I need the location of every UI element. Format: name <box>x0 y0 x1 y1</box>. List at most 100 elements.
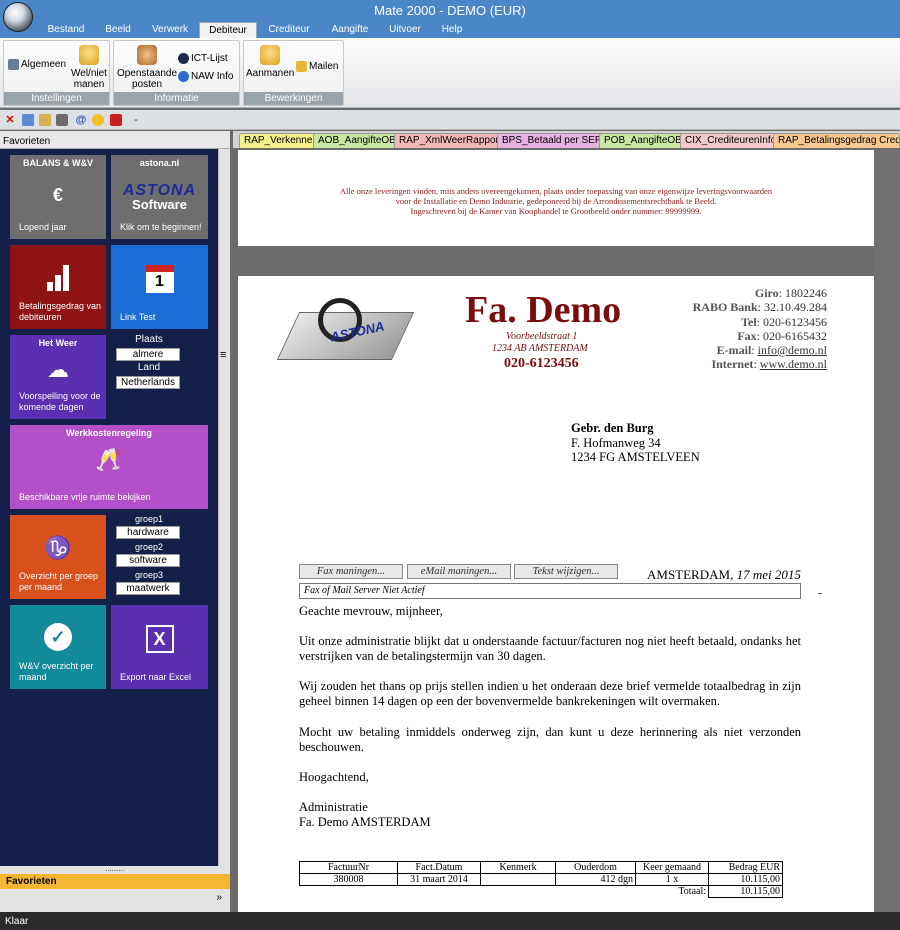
tab-beeld[interactable]: Beeld <box>94 22 142 38</box>
naw-label: NAW Info <box>191 71 234 83</box>
naw-info-button[interactable]: NAW Info <box>178 71 240 82</box>
disclaimer-line-1: Alle onze leveringen vinden, mits anders… <box>339 186 773 196</box>
salutation: Geachte mevrouw, mijnheer, <box>299 604 443 618</box>
group-label-instellingen: Instellingen <box>4 92 109 105</box>
tab-debiteur[interactable]: Debiteur <box>199 22 257 39</box>
openstaande-posten-button[interactable]: Openstaande posten <box>116 45 178 90</box>
col-header: Keer gemaand <box>635 861 709 874</box>
signature-line-2: Fa. Demo AMSTERDAM <box>299 815 431 829</box>
doc-tab-xmlweer[interactable]: RAP_XmlWeerRapport <box>394 133 507 148</box>
info-icon <box>178 71 189 82</box>
info-rabo: RABO Bank: 32.10.49.284 <box>692 300 827 314</box>
email-link[interactable]: info@demo.nl <box>758 343 827 357</box>
website-link[interactable]: www.demo.nl <box>760 357 827 371</box>
groep1-input[interactable]: hardware <box>116 526 180 539</box>
company-name: Fa. Demo <box>465 289 622 331</box>
app-logo-icon[interactable] <box>3 2 33 32</box>
tile-wv[interactable]: ✓ W&V overzicht per maand <box>10 605 106 689</box>
signature-line-1: Administratie <box>299 800 368 814</box>
doc-tab-verkenner[interactable]: RAP_Verkenner <box>239 133 321 148</box>
print-icon[interactable] <box>56 114 68 126</box>
tile-balans-label: Lopend jaar <box>19 222 67 232</box>
favorites-resize-handle[interactable]: ......... <box>0 865 230 874</box>
total-row: Totaal: 10.115,00 <box>300 885 783 898</box>
groep2-input[interactable]: software <box>116 554 180 567</box>
tile-link-test[interactable]: 1 Link Test <box>111 245 208 329</box>
smiley-icon[interactable] <box>92 114 104 126</box>
group-informatie: Openstaande posten ICT-Lijst NAW Info In… <box>113 40 240 106</box>
expand-chevron-icon[interactable]: » <box>0 889 230 912</box>
tile-het-weer[interactable]: Het Weer ☁ Voorspelling voor de komende … <box>10 335 106 419</box>
tile-excel[interactable]: X Export naar Excel <box>111 605 208 689</box>
closing: Hoogachtend, <box>299 770 369 784</box>
excel-icon: X <box>111 625 208 653</box>
doc-tab-aob[interactable]: AOB_AangifteOB <box>313 133 401 148</box>
algemeen-button[interactable]: Algemeen <box>8 59 70 70</box>
openstaande-label-1: Openstaande <box>116 68 178 79</box>
wel-niet-manen-button[interactable]: Wel/niet manen <box>70 45 108 90</box>
tile-astona[interactable]: astona.nl ASTONA Software Klik om te beg… <box>111 155 208 239</box>
tile-balans[interactable]: BALANS & W&V € Lopend jaar <box>10 155 106 239</box>
window-title: Mate 2000 - DEMO (EUR) <box>374 3 526 18</box>
openstaande-label-2: posten <box>131 79 163 90</box>
ict-lijst-button[interactable]: ICT-Lijst <box>178 53 240 64</box>
email-maningen-button[interactable]: eMail maningen... <box>407 564 511 579</box>
tile-weer-title: Het Weer <box>38 338 78 348</box>
tile-groep[interactable]: ♑ Overzicht per groep per maand <box>10 515 106 599</box>
document-tabs: RAP_Verkenner AOB_AangifteOB RAP_XmlWeer… <box>233 131 900 148</box>
cell-ouderdom: 412 dgn <box>555 873 636 886</box>
favorites-footer-tab[interactable]: Favorieten <box>0 874 230 889</box>
tab-uitvoer[interactable]: Uitvoer <box>380 22 430 38</box>
groep1-label: groep1 <box>134 514 164 524</box>
tab-crediteur[interactable]: Crediteur <box>258 22 320 38</box>
plaats-label: Plaats <box>135 334 163 345</box>
doc-tab-bps[interactable]: BPS_Betaald per SEPA <box>497 133 613 148</box>
doc-tab-pob[interactable]: POB_AangifteOB <box>599 133 687 148</box>
plaats-input[interactable]: almere <box>116 348 180 361</box>
info-email: E-mail: info@demo.nl <box>716 343 827 357</box>
panel-splitter[interactable]: ≡ <box>218 149 230 866</box>
pdf-icon[interactable] <box>110 114 122 126</box>
land-label: Land <box>137 362 161 373</box>
mailen-label: Mailen <box>309 61 339 73</box>
tab-help[interactable]: Help <box>430 22 474 38</box>
doc-tab-betalingsgedrag[interactable]: RAP_Betalingsgedrag Credite <box>773 133 900 148</box>
groep3-input[interactable]: maatwerk <box>116 582 180 595</box>
info-giro: Giro: 1802246 <box>754 286 827 300</box>
paragraph-2: Wij zouden het thans op prijs stellen in… <box>299 679 801 708</box>
fax-maningen-button[interactable]: Fax maningen... <box>299 564 403 579</box>
globe-icon <box>178 53 189 64</box>
col-header: Kenmerk <box>480 861 556 874</box>
tab-aangifte[interactable]: Aangifte <box>320 22 380 38</box>
tile-wkr-label: Beschikbare vrije ruimte bekijken <box>19 492 151 502</box>
company-phone: 020-6123456 <box>504 356 579 371</box>
group-label-bewerkingen: Bewerkingen <box>244 92 343 105</box>
group-bewerkingen: Aanmanen Mailen Bewerkingen <box>243 40 344 106</box>
tile-werkkostenregeling[interactable]: Werkkostenregeling 🥂 Beschikbare vrije r… <box>10 425 208 509</box>
tile-astona-title: astona.nl <box>139 158 180 168</box>
tekst-wijzigen-button[interactable]: Tekst wijzigen... <box>514 564 618 579</box>
recipient-city: 1234 FG AMSTELVEEN <box>571 450 700 464</box>
tab-verwerk[interactable]: Verwerk <box>142 22 198 38</box>
email-icon[interactable]: @ <box>75 114 87 126</box>
champagne-icon: 🥂 <box>95 447 123 472</box>
tile-betalingsgedrag[interactable]: Betalingsgedrag van debiteuren <box>10 245 106 329</box>
mailen-button[interactable]: Mailen <box>296 61 342 72</box>
paste-icon[interactable] <box>39 114 51 126</box>
doc-tab-cix[interactable]: CIX_CrediteurenInfo <box>680 133 782 148</box>
info-tel: Tel: 020-6123456 <box>741 315 827 329</box>
tab-bestand[interactable]: Bestand <box>38 22 94 38</box>
dropdown-icon[interactable]: - <box>130 114 142 126</box>
letter-page: ASTONA Fa. Demo Voorbeeldstraat 1 1234 A… <box>238 276 874 912</box>
close-icon[interactable]: ✕ <box>4 114 16 126</box>
tile-wkr-title: Werkkostenregeling <box>66 428 152 438</box>
land-input[interactable]: Netherlands <box>116 376 180 389</box>
info-fax: Fax: 020-6165432 <box>737 329 827 343</box>
mail-icon <box>296 61 307 72</box>
aanmanen-button[interactable]: Aanmanen <box>246 45 294 79</box>
cell-factuurnr: 380008 <box>299 873 398 886</box>
weather-icon: ☁ <box>47 357 69 382</box>
group-instellingen: Algemeen Wel/niet manen Instellingen <box>3 40 110 106</box>
copy-icon[interactable] <box>22 114 34 126</box>
info-internet: Internet: www.demo.nl <box>711 357 827 371</box>
